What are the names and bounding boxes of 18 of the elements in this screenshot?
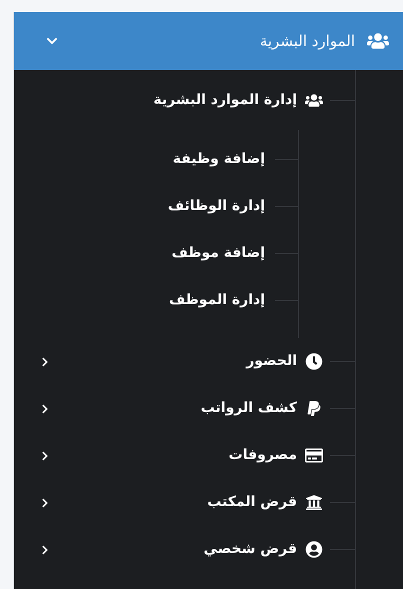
submenu-item[interactable]: إضافة وظيفة — [172, 149, 265, 170]
menu-item[interactable]: إدارة الموارد البشرية — [153, 90, 297, 110]
credit-card-icon — [305, 447, 323, 464]
clock-icon — [305, 353, 323, 370]
menu-header-title: الموارد البشرية — [260, 30, 355, 52]
menu-item[interactable]: قرض المكتب — [207, 492, 297, 513]
submenu-item[interactable]: إدارة الوظائف — [168, 196, 265, 217]
users-icon — [305, 92, 323, 108]
menu-item[interactable]: الحضور — [246, 351, 297, 372]
paypal-icon — [305, 400, 323, 417]
menu-header[interactable]: الموارد البشرية — [14, 12, 403, 70]
menu-item[interactable]: قرض شخصي — [204, 539, 297, 560]
submenu-item[interactable]: إدارة الموظف — [168, 290, 265, 311]
menu-item[interactable]: مصروفات — [228, 445, 297, 466]
users-icon — [367, 31, 389, 51]
submenu-item[interactable]: إضافة موظف — [172, 243, 265, 264]
menu-item[interactable]: كشف الرواتب — [200, 398, 297, 419]
bank-icon — [305, 494, 323, 511]
